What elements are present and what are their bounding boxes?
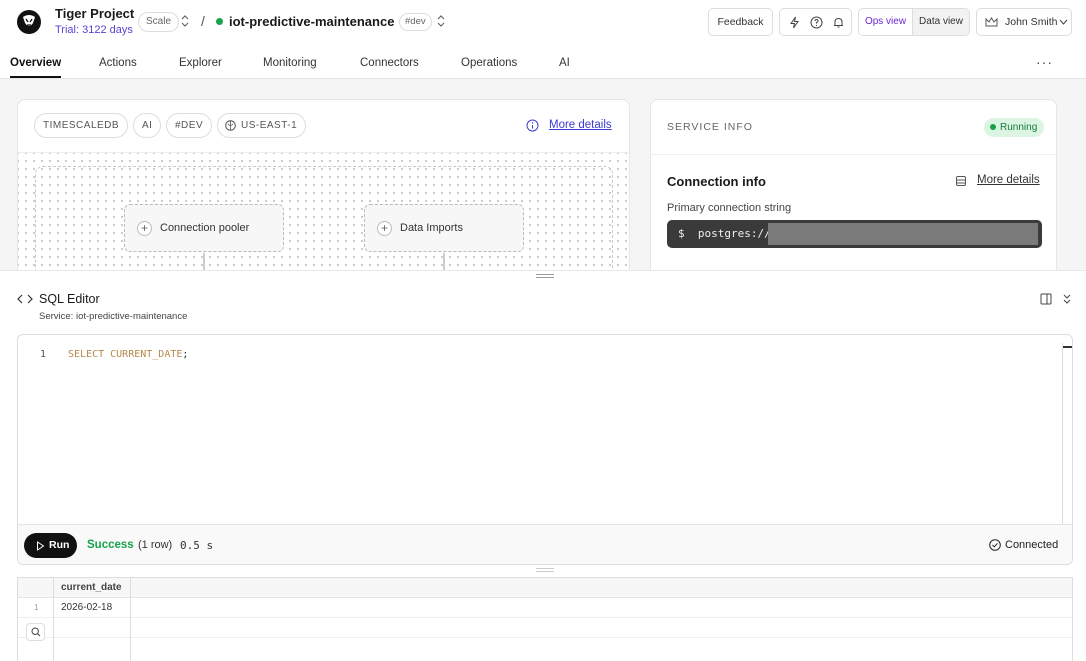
connection-pooler-label: Connection pooler xyxy=(160,222,250,234)
code-icon xyxy=(17,294,33,304)
scrollbar-thumb[interactable] xyxy=(1063,346,1072,348)
empty-row xyxy=(18,618,1072,638)
connection-status-label: Connected xyxy=(1005,539,1059,551)
sql-editor-title: SQL Editor xyxy=(39,292,100,306)
header-icon-group xyxy=(779,8,852,36)
sql-editor-service: Service: iot-predictive-maintenance xyxy=(39,311,188,322)
search-results-button[interactable] xyxy=(26,623,45,641)
search-icon xyxy=(31,627,41,637)
sql-code-end: ; xyxy=(182,349,189,360)
panel-resize-handle[interactable] xyxy=(0,270,1086,282)
chip-timescaledb: TIMESCALEDB xyxy=(34,113,129,138)
service-tabs: Overview Actions Explorer Monitoring Con… xyxy=(0,50,1086,79)
sql-code-text: SELECT CURRENT_DATE xyxy=(68,349,183,360)
aws-region-icon xyxy=(225,120,236,131)
index-column-divider xyxy=(18,578,54,661)
split-panel-icon[interactable] xyxy=(1040,293,1052,305)
sql-code[interactable]: SELECT CURRENT_DATE; xyxy=(68,349,188,360)
crown-icon xyxy=(985,17,998,27)
run-label: Run xyxy=(49,539,70,551)
plan-badge: Scale xyxy=(138,12,180,32)
results-grid: current_date 1 2026-02-18 xyxy=(17,577,1073,661)
line-number: 1 xyxy=(40,349,47,360)
divider xyxy=(651,154,1056,155)
run-bar: Run Success (1 row) 0.5 s Connected xyxy=(18,524,1072,564)
user-menu-button[interactable]: John Smith xyxy=(976,8,1072,36)
sql-editor[interactable]: 1 SELECT CURRENT_DATE; Run Success (1 ro… xyxy=(17,334,1073,565)
service-status-dot xyxy=(216,18,223,25)
trial-days[interactable]: Trial: 3122 days xyxy=(55,24,133,36)
query-time: 0.5 s xyxy=(180,539,214,552)
status-badge: Running xyxy=(984,118,1045,137)
more-details-link[interactable]: More details xyxy=(549,119,612,131)
service-architecture-card: TIMESCALEDB AI #DEV US-EAST-1 More detai… xyxy=(17,99,630,270)
data-imports-node[interactable]: + Data Imports xyxy=(364,204,524,252)
shell-prompt: $ xyxy=(678,227,685,240)
view-toggle: Ops view Data view xyxy=(858,8,970,36)
tab-actions[interactable]: Actions xyxy=(99,57,137,69)
database-icon xyxy=(956,176,966,186)
connection-prefix: postgres:// xyxy=(697,227,771,240)
plus-icon: + xyxy=(137,221,152,236)
results-header: current_date xyxy=(18,578,1072,598)
feedback-button[interactable]: Feedback xyxy=(708,8,773,36)
user-name: John Smith xyxy=(1005,16,1058,28)
chip-env: #DEV xyxy=(166,113,213,138)
info-icon xyxy=(526,119,539,132)
more-options-icon[interactable]: ··· xyxy=(1036,54,1053,70)
results-resize-handle[interactable] xyxy=(536,568,554,572)
data-view-button[interactable]: Data view xyxy=(912,9,969,35)
help-icon[interactable] xyxy=(810,16,823,29)
service-info-card: SERVICE INFO Running Connection info Mor… xyxy=(650,99,1057,270)
tab-overview[interactable]: Overview xyxy=(10,57,61,69)
service-group-box: + Connection pooler + Data Imports xyxy=(35,166,613,270)
chip-region: US-EAST-1 xyxy=(217,113,307,138)
lightning-icon[interactable] xyxy=(788,16,801,29)
tab-connectors[interactable]: Connectors xyxy=(360,57,419,69)
drag-handle-icon[interactable] xyxy=(536,274,554,278)
project-name[interactable]: Tiger Project xyxy=(55,6,134,21)
project-switcher-icon[interactable] xyxy=(180,14,190,28)
breadcrumb-separator: / xyxy=(201,13,205,29)
primary-connection-label: Primary connection string xyxy=(667,202,792,214)
bell-icon[interactable] xyxy=(832,16,845,29)
check-circle-icon xyxy=(989,539,1001,551)
connection-string-box[interactable]: $ postgres:// xyxy=(667,220,1042,248)
env-badge: #dev xyxy=(399,13,432,31)
overview-panel: TIMESCALEDB AI #DEV US-EAST-1 More detai… xyxy=(0,79,1086,270)
top-header: Tiger Project Trial: 3122 days Scale / i… xyxy=(0,0,1086,44)
data-column-divider xyxy=(54,578,131,661)
connector-lines xyxy=(203,253,445,270)
row-count: (1 row) xyxy=(138,539,173,551)
tab-ai[interactable]: AI xyxy=(559,57,570,69)
ops-view-button[interactable]: Ops view xyxy=(859,9,912,35)
redacted-connection-string xyxy=(768,223,1038,245)
table-row[interactable]: 1 2026-02-18 xyxy=(18,598,1072,618)
active-tab-indicator xyxy=(10,76,61,78)
architecture-canvas: + Connection pooler + Data Imports xyxy=(18,152,629,270)
collapse-icon[interactable] xyxy=(1062,293,1072,305)
service-info-title: SERVICE INFO xyxy=(667,121,753,133)
run-button[interactable]: Run xyxy=(24,533,77,558)
connection-string-text: $ postgres:// xyxy=(678,227,771,240)
plus-icon: + xyxy=(377,221,392,236)
data-imports-label: Data Imports xyxy=(400,222,463,234)
chip-ai: AI xyxy=(133,113,162,138)
play-icon xyxy=(37,541,45,551)
service-switcher-icon[interactable] xyxy=(436,14,446,28)
editor-scrollbar[interactable] xyxy=(1062,343,1063,525)
tiger-logo-icon[interactable] xyxy=(16,9,42,35)
tab-monitoring[interactable]: Monitoring xyxy=(263,57,317,69)
tab-explorer[interactable]: Explorer xyxy=(179,57,222,69)
connection-pooler-node[interactable]: + Connection pooler xyxy=(124,204,284,252)
chevron-down-icon xyxy=(1059,19,1068,25)
connection-info-title: Connection info xyxy=(667,174,766,189)
connection-more-details-link[interactable]: More details xyxy=(977,174,1040,186)
chip-region-label: US-EAST-1 xyxy=(241,120,298,131)
query-status: Success xyxy=(87,539,134,551)
connection-status: Connected xyxy=(989,539,1058,551)
service-name[interactable]: iot-predictive-maintenance xyxy=(229,14,394,29)
tab-operations[interactable]: Operations xyxy=(461,57,517,69)
